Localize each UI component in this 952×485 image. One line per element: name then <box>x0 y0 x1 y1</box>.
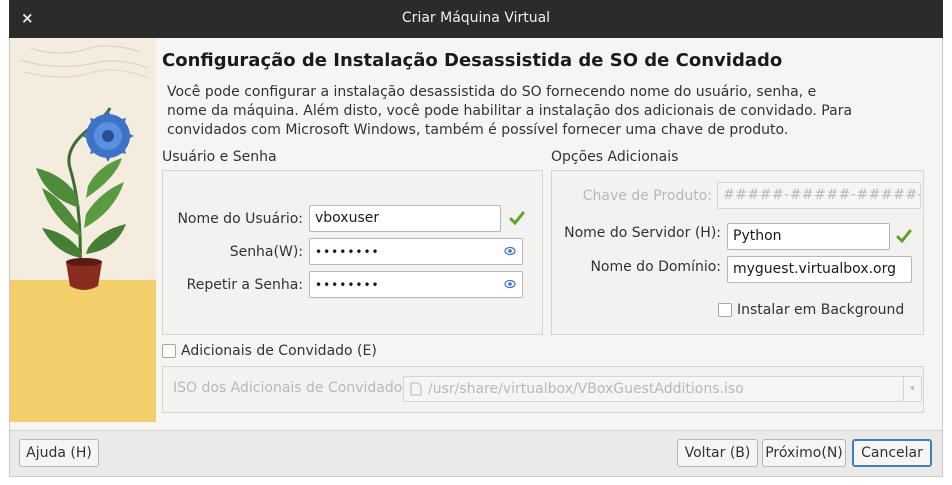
help-button[interactable]: Ajuda (H) <box>19 439 99 467</box>
password-field[interactable]: •••••••• <box>309 238 523 265</box>
hostname-valid-check-icon <box>896 229 912 244</box>
show-password-icon[interactable] <box>504 245 516 257</box>
guest-additions-label[interactable]: Adicionais de Convidado (E) <box>181 343 377 359</box>
background-checkbox[interactable] <box>718 303 732 317</box>
product-key-field[interactable]: #####-#####-#####-##### <box>717 182 921 209</box>
iso-path-label: ISO dos Adicionais de Convidado: <box>173 380 408 396</box>
window-title: Criar Máquina Virtual <box>401 10 551 26</box>
password-label: Senha(W): <box>229 244 303 260</box>
hostname-field[interactable]: Python <box>727 223 890 250</box>
domain-field[interactable]: myguest.virtualbox.org <box>727 256 912 283</box>
user-group: Nome do Usuário: vboxuser Senha(W): ••••… <box>162 170 543 335</box>
guest-additions-checkbox[interactable] <box>162 344 176 358</box>
chevron-down-icon[interactable]: ▾ <box>903 377 921 401</box>
cancel-button[interactable]: Cancelar <box>852 439 932 467</box>
button-bar: Ajuda (H) Voltar (B) Próximo(N) Cancelar <box>10 430 942 476</box>
product-key-label: Chave de Produto: <box>582 188 712 204</box>
background-label[interactable]: Instalar em Background <box>737 302 904 318</box>
valid-check-icon <box>509 211 525 226</box>
additional-group: Chave de Produto: #####-#####-#####-####… <box>551 170 924 335</box>
additional-section-title: Opções Adicionais <box>551 149 679 165</box>
username-label: Nome do Usuário: <box>177 211 303 227</box>
dialog-window: Configuração de Instalação Desassistida … <box>9 38 943 477</box>
domain-label: Nome do Domínio: <box>590 259 721 275</box>
next-button[interactable]: Próximo(N) <box>762 439 846 467</box>
back-button[interactable]: Voltar (B) <box>677 439 758 467</box>
file-icon <box>410 382 422 396</box>
wizard-illustration <box>10 38 156 422</box>
hostname-label: Nome do Servidor (H): <box>564 225 721 241</box>
repeat-password-label: Repetir a Senha: <box>186 277 303 293</box>
page-title: Configuração de Instalação Desassistida … <box>162 50 783 71</box>
repeat-password-value: •••••••• <box>315 278 380 292</box>
repeat-password-field[interactable]: •••••••• <box>309 271 523 298</box>
iso-path-selector[interactable]: /usr/share/virtualbox/VBoxGuestAdditions… <box>403 376 922 402</box>
password-value: •••••••• <box>315 245 380 259</box>
iso-path-value: /usr/share/virtualbox/VBoxGuestAdditions… <box>428 381 744 397</box>
user-section-title: Usuário e Senha <box>162 149 277 165</box>
show-repeat-password-icon[interactable] <box>504 278 516 290</box>
title-bar: × Criar Máquina Virtual <box>9 0 943 38</box>
plant-illustration-icon <box>10 38 156 422</box>
guest-additions-group: ISO dos Adicionais de Convidado: /usr/sh… <box>162 366 924 413</box>
page-description: Você pode configurar a instalação desass… <box>167 84 853 138</box>
username-field[interactable]: vboxuser <box>309 205 501 232</box>
